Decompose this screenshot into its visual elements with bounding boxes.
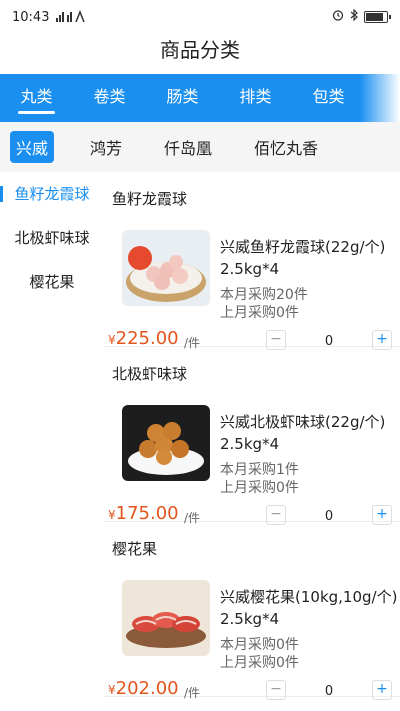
product-name: 兴威樱花果(10kg,10g/个)	[220, 588, 398, 606]
signal-icon	[56, 9, 86, 25]
section-title: 樱花果	[112, 540, 158, 558]
decrease-quantity-button[interactable]: −	[266, 330, 286, 350]
brand-chip-2[interactable]: 鸿芳	[84, 131, 128, 163]
price-unit: /件	[184, 511, 201, 525]
status-bar: 10:43	[0, 0, 400, 34]
subcategory-sidebar: 鱼籽龙霞球 北极虾味球 樱花果	[0, 172, 104, 711]
product-image	[122, 230, 210, 306]
product-month-purchase: 本月采购0件	[220, 637, 299, 653]
price-unit: /件	[184, 686, 201, 700]
product-last-month-purchase: 上月采购0件	[220, 655, 299, 671]
product-price: ¥225.00	[108, 328, 179, 349]
currency-symbol: ¥	[108, 683, 116, 697]
product-name: 兴威鱼籽龙霞球(22g/个)	[220, 238, 386, 256]
product-spec: 2.5kg*4	[220, 610, 280, 628]
decrease-quantity-button[interactable]: −	[266, 505, 286, 525]
tab-category-3[interactable]: 肠类	[146, 74, 219, 122]
sidebar-item-2[interactable]: 北极虾味球	[0, 216, 104, 260]
section-title: 鱼籽龙霞球	[112, 190, 188, 208]
decrease-quantity-button[interactable]: −	[266, 680, 286, 700]
tab-category-1[interactable]: 丸类	[0, 74, 73, 122]
battery-icon	[364, 10, 391, 23]
sidebar-item-3[interactable]: 樱花果	[0, 260, 104, 304]
product-month-purchase: 本月采购20件	[220, 287, 308, 303]
status-time: 10:43	[12, 10, 50, 25]
brand-chip-4[interactable]: 佰忆丸香	[248, 131, 324, 163]
quantity-value[interactable]: 0	[314, 684, 344, 699]
product-last-month-purchase: 上月采购0件	[220, 305, 299, 321]
product-month-purchase: 本月采购1件	[220, 462, 299, 478]
tab-category-4[interactable]: 排类	[219, 74, 292, 122]
product-image	[122, 405, 210, 481]
quantity-value[interactable]: 0	[314, 509, 344, 524]
product-price: ¥202.00	[108, 678, 179, 699]
price-value: 175.00	[115, 503, 179, 524]
product-card[interactable]: 兴威北极虾味球(22g/个) 2.5kg*4 本月采购1件 上月采购0件 ¥17…	[104, 389, 400, 525]
bluetooth-icon	[350, 8, 358, 24]
alarm-icon	[332, 9, 344, 24]
currency-symbol: ¥	[108, 508, 116, 522]
currency-symbol: ¥	[108, 333, 116, 347]
page-title: 商品分类	[160, 38, 240, 62]
product-spec: 2.5kg*4	[220, 260, 280, 278]
brand-chip-1[interactable]: 兴威	[10, 131, 55, 163]
product-card[interactable]: 兴威鱼籽龙霞球(22g/个) 2.5kg*4 本月采购20件 上月采购0件 ¥2…	[104, 214, 400, 350]
tab-category-5[interactable]: 包类	[292, 74, 365, 122]
product-last-month-purchase: 上月采购0件	[220, 480, 299, 496]
category-tabs: 丸类 卷类 肠类 排类 包类	[0, 74, 400, 122]
price-value: 225.00	[115, 328, 179, 349]
quantity-value[interactable]: 0	[314, 334, 344, 349]
product-price: ¥175.00	[108, 503, 179, 524]
brand-filter-bar: 兴威 鸿芳 仟岛凰 佰忆丸香	[0, 122, 400, 172]
sidebar-item-1[interactable]: 鱼籽龙霞球	[0, 172, 104, 216]
product-list: 鱼籽龙霞球 兴威鱼籽龙霞球(22g/个) 2.5kg*4 本月采购20件 上月采…	[104, 172, 400, 711]
product-image	[122, 580, 210, 656]
increase-quantity-button[interactable]: +	[372, 505, 392, 525]
increase-quantity-button[interactable]: +	[372, 330, 392, 350]
tab-category-2[interactable]: 卷类	[73, 74, 146, 122]
brand-chip-3[interactable]: 仟岛凰	[158, 131, 218, 163]
product-name: 兴威北极虾味球(22g/个)	[220, 413, 386, 431]
increase-quantity-button[interactable]: +	[372, 680, 392, 700]
price-unit: /件	[184, 336, 201, 350]
tabs-fade	[360, 74, 400, 122]
price-value: 202.00	[115, 678, 179, 699]
section-title: 北极虾味球	[112, 365, 188, 383]
product-spec: 2.5kg*4	[220, 435, 280, 453]
product-card[interactable]: 兴威樱花果(10kg,10g/个) 2.5kg*4 本月采购0件 上月采购0件 …	[104, 564, 400, 700]
